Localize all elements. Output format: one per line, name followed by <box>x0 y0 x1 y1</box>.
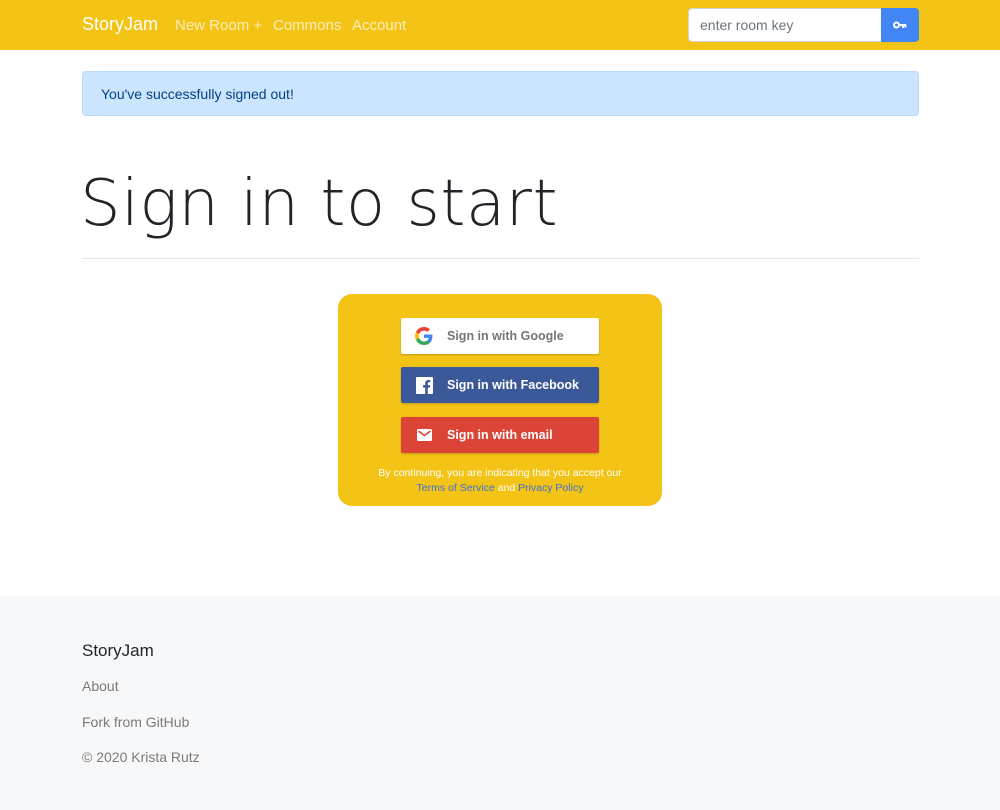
room-key-input[interactable] <box>688 8 882 42</box>
top-navbar: StoryJam New Room + Commons Account <box>0 0 1000 50</box>
nav-account[interactable]: Account <box>352 17 406 34</box>
terms-prefix: By continuing, you are indicating that y… <box>378 467 622 479</box>
footer-about-link[interactable]: About <box>82 678 119 694</box>
footer: StoryJam About Fork from GitHub © 2020 K… <box>0 596 1000 810</box>
brand-link[interactable]: StoryJam <box>82 14 158 35</box>
facebook-icon <box>401 376 447 394</box>
envelope-icon <box>401 429 447 441</box>
nav-new-room[interactable]: New Room + <box>175 17 262 34</box>
key-icon <box>893 21 907 29</box>
terms-of-service-link[interactable]: Terms of Service <box>417 482 495 494</box>
nav-commons[interactable]: Commons <box>273 17 341 34</box>
google-signin-label: Sign in with Google <box>447 329 564 343</box>
enter-room-button[interactable] <box>881 8 919 42</box>
signout-alert: You've successfully signed out! <box>82 71 919 116</box>
facebook-signin-button[interactable]: Sign in with Facebook <box>401 367 599 403</box>
title-divider <box>82 258 919 259</box>
page-title: Sign in to start <box>80 167 559 241</box>
facebook-signin-label: Sign in with Facebook <box>447 378 579 392</box>
google-signin-button[interactable]: Sign in with Google <box>401 318 599 354</box>
google-icon <box>401 327 447 345</box>
privacy-policy-link[interactable]: Privacy Policy <box>518 482 583 494</box>
footer-github-link[interactable]: Fork from GitHub <box>82 714 189 730</box>
terms-notice: By continuing, you are indicating that y… <box>338 466 662 496</box>
terms-and: and <box>497 482 516 494</box>
footer-brand: StoryJam <box>82 641 154 660</box>
email-signin-label: Sign in with email <box>447 428 553 442</box>
footer-copyright: © 2020 Krista Rutz <box>82 749 200 765</box>
email-signin-button[interactable]: Sign in with email <box>401 417 599 453</box>
alert-message: You've successfully signed out! <box>101 85 294 102</box>
signin-card: Sign in with Google Sign in with Faceboo… <box>338 294 662 506</box>
